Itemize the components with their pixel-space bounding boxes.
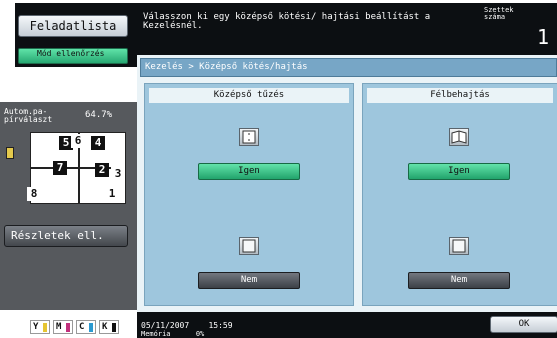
- mode-check-button[interactable]: Mód ellenőrzés: [18, 48, 128, 64]
- paper-tray-icon: [6, 147, 14, 159]
- copier-screen: Feladatlista Mód ellenőrzés Autom.pa- pí…: [0, 0, 557, 338]
- stitch-no-button[interactable]: Nem: [198, 272, 300, 289]
- message-bar: Válasszon ki egy középső kötési/ hajtási…: [137, 3, 557, 55]
- stitch-icon: [239, 128, 259, 146]
- auto-paper-label: Autom.pa- pírválaszt: [4, 107, 53, 124]
- toner-cyan: C: [76, 320, 96, 334]
- date: 05/11/2007: [141, 321, 190, 330]
- date-time: 05/11/2007 15:59: [141, 322, 233, 330]
- toner-yellow: Y: [30, 320, 50, 334]
- breadcrumb: Kezelés > Középső kötés/hajtás: [140, 58, 557, 77]
- toner-levels: Y M C K: [30, 320, 119, 334]
- column-title: Félbehajtás: [367, 88, 553, 103]
- toner-bar: [43, 323, 47, 332]
- toner-bar: [89, 323, 93, 332]
- page-number: 4: [91, 136, 105, 150]
- fold-yes-button[interactable]: Igen: [408, 163, 510, 180]
- memory-label: Memória: [141, 330, 171, 338]
- sets-label: Szettek száma: [484, 6, 514, 21]
- page-number: 7: [53, 161, 67, 175]
- sets-count: 1: [537, 25, 550, 49]
- page-number: 3: [111, 167, 125, 181]
- booklet-preview: 5 6 4 7 2 3 8 1: [27, 132, 126, 204]
- no-stitch-icon: [239, 237, 259, 255]
- toner-bar: [112, 323, 116, 332]
- job-preview-panel: Autom.pa- pírválaszt 64.7% 5 6 4 7 2 3 8…: [0, 102, 137, 310]
- toner-bar: [66, 323, 70, 332]
- toner-label: Y: [33, 322, 39, 332]
- half-fold-column: Félbehajtás Igen Nem: [362, 83, 557, 306]
- main-panel: Kezelés > Középső kötés/hajtás Középső t…: [137, 55, 557, 312]
- no-fold-icon: [449, 237, 469, 255]
- fold-no-button[interactable]: Nem: [408, 272, 510, 289]
- page-number: 6: [71, 134, 85, 148]
- stitch-yes-button[interactable]: Igen: [198, 163, 300, 180]
- left-top-area: Feladatlista Mód ellenőrzés: [15, 3, 137, 67]
- zoom-value: 64.7%: [85, 110, 113, 120]
- ok-button[interactable]: OK: [490, 316, 557, 333]
- toner-label: M: [56, 322, 62, 332]
- saddle-stitch-column: Középső tűzés Igen Nem: [144, 83, 354, 306]
- left-panel: Feladatlista Mód ellenőrzés Autom.pa- pí…: [0, 0, 137, 338]
- column-title: Középső tűzés: [149, 88, 349, 103]
- toner-label: C: [79, 322, 85, 332]
- page-number: 2: [95, 163, 109, 177]
- details-button[interactable]: Részletek ell.: [4, 225, 128, 247]
- page-number: 1: [105, 187, 119, 201]
- toner-label: K: [102, 322, 108, 332]
- time: 15:59: [208, 321, 233, 330]
- page-number: 8: [27, 187, 41, 201]
- memory-status: Memória 0%: [141, 331, 204, 338]
- memory-value: 0%: [195, 330, 205, 338]
- status-bar: 05/11/2007 15:59 Memória 0% OK: [137, 312, 557, 338]
- fold-icon: [449, 128, 469, 146]
- toner-black: K: [99, 320, 119, 334]
- instruction-message: Válasszon ki egy középső kötési/ hajtási…: [143, 12, 431, 31]
- job-list-button[interactable]: Feladatlista: [18, 15, 128, 37]
- toner-magenta: M: [53, 320, 73, 334]
